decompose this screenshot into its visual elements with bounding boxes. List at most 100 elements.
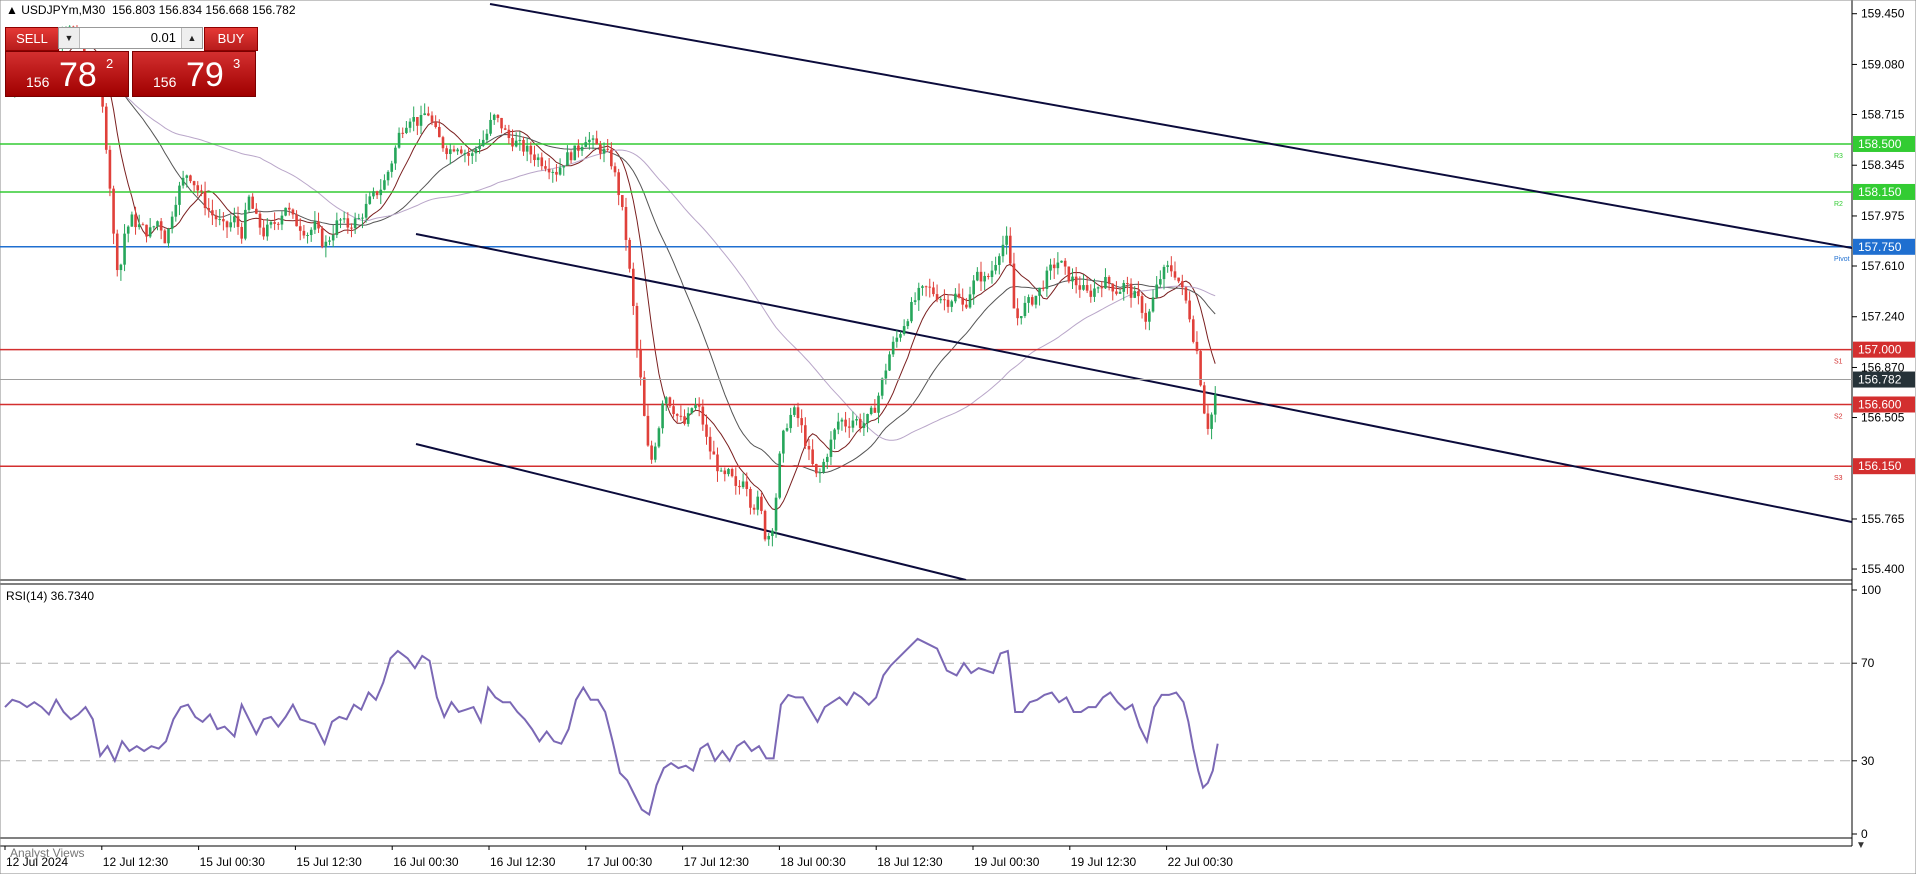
candle-body xyxy=(134,214,137,228)
price-axis: 159.450 159.080 158.715 158.345 157.975 157.6… xyxy=(1852,7,1905,576)
bid-quote-button[interactable]: 156 78 2 xyxy=(5,51,129,97)
candle-body xyxy=(368,196,372,204)
analyst-views-tab[interactable]: Analyst Views xyxy=(10,846,84,860)
candle-body xyxy=(745,481,749,489)
bid-prefix: 156 xyxy=(26,74,50,90)
candle-body xyxy=(771,530,774,537)
lot-increase-icon[interactable]: ▲ xyxy=(181,28,202,48)
bid-pip-digit: 2 xyxy=(106,56,114,71)
buy-button[interactable]: BUY xyxy=(204,27,258,51)
candle-body xyxy=(328,240,331,242)
candle-body xyxy=(1118,291,1122,294)
chart-canvas[interactable]: R3 R2 Pivot S1 S2 S3 159.450 159.080 158.715 158… xyxy=(0,0,1916,874)
candle-body xyxy=(913,300,917,302)
candle-body xyxy=(313,221,317,230)
candle-body xyxy=(1199,351,1202,386)
candle-body xyxy=(818,472,822,474)
rsi-level-lines xyxy=(0,662,1852,762)
candle-body xyxy=(536,157,540,161)
candle-body xyxy=(1195,341,1199,352)
candle-body xyxy=(906,321,910,327)
candle-body xyxy=(730,469,734,477)
candle-body xyxy=(653,446,657,460)
candle-body xyxy=(1089,290,1093,297)
candle-body xyxy=(218,219,222,221)
sell-button[interactable]: SELL xyxy=(5,27,59,51)
candle-body xyxy=(749,488,752,508)
candle-body xyxy=(1137,291,1140,297)
candlesticks xyxy=(6,25,1217,547)
lot-size-field[interactable]: ▼ 0.01 ▲ xyxy=(58,27,203,49)
candle-body xyxy=(291,209,295,215)
time-tick-label: 17 Jul 00:30 xyxy=(587,855,653,869)
candle-body xyxy=(178,185,181,205)
candle-body xyxy=(353,218,357,229)
candle-body xyxy=(588,139,591,143)
candle-body xyxy=(145,224,148,237)
candle-body xyxy=(928,286,932,288)
candle-body xyxy=(774,497,778,531)
candle-body xyxy=(789,414,792,429)
candle-body xyxy=(192,181,196,186)
candle-body xyxy=(445,148,448,155)
candle-body xyxy=(1056,262,1060,269)
scroll-arrow-icon[interactable]: ▼ xyxy=(1856,840,1866,851)
candle-body xyxy=(1166,265,1169,267)
candle-body xyxy=(298,226,302,231)
candle-body xyxy=(763,510,767,540)
candle-body xyxy=(485,133,489,140)
candle-body xyxy=(661,403,664,429)
candle-body xyxy=(1038,287,1041,296)
candle-body xyxy=(939,299,943,301)
candle-body xyxy=(1177,277,1180,282)
candle-body xyxy=(1148,311,1151,322)
price-tick-label: 157.240 xyxy=(1861,310,1905,324)
candle-body xyxy=(170,216,174,229)
candle-body xyxy=(1107,276,1111,284)
candle-body xyxy=(577,145,580,151)
price-tick-label: 155.765 xyxy=(1861,512,1905,526)
level-tag-label: 157.750 xyxy=(1858,240,1902,254)
rsi-indicator-label: RSI(14) 36.7340 xyxy=(6,589,95,603)
candle-body xyxy=(694,405,697,409)
candle-body xyxy=(339,219,342,221)
candle-body xyxy=(474,148,478,154)
medium-ma-line xyxy=(7,60,1216,474)
level-name: S2 xyxy=(1834,413,1843,420)
candle-body xyxy=(954,293,957,302)
candle-body xyxy=(1001,244,1005,257)
symbol-name: USDJPYm,M30 xyxy=(21,3,106,17)
level-name: S3 xyxy=(1834,475,1843,482)
level-name: R2 xyxy=(1834,201,1843,208)
candle-body xyxy=(584,142,588,147)
candle-body xyxy=(558,167,562,175)
channel-upper-line xyxy=(489,3,1852,249)
lot-decrease-icon[interactable]: ▼ xyxy=(59,28,80,48)
candle-body xyxy=(207,208,211,211)
candle-body xyxy=(163,230,167,244)
candle-body xyxy=(1155,284,1158,298)
candle-body xyxy=(1078,285,1082,290)
candle-body xyxy=(156,221,159,227)
collapse-triangle-icon[interactable]: ▲ xyxy=(6,3,18,17)
candle-body xyxy=(672,406,675,415)
candle-body xyxy=(211,210,214,216)
candle-body xyxy=(1027,297,1030,303)
candle-body xyxy=(836,421,840,430)
candle-body xyxy=(1181,281,1184,288)
ask-prefix: 156 xyxy=(153,74,177,90)
candle-body xyxy=(1206,413,1210,429)
level-tag-label: 158.500 xyxy=(1858,137,1902,151)
candle-body xyxy=(306,235,309,237)
candle-body xyxy=(518,139,522,141)
candle-body xyxy=(994,264,997,271)
candle-body xyxy=(738,485,741,488)
candle-body xyxy=(716,454,719,472)
ask-quote-button[interactable]: 156 79 3 xyxy=(132,51,256,97)
candle-body xyxy=(247,196,251,210)
candle-body xyxy=(225,221,229,228)
candle-body xyxy=(635,305,639,349)
candle-body xyxy=(972,280,975,295)
candle-body xyxy=(891,341,895,355)
lot-size-value[interactable]: 0.01 xyxy=(151,28,176,48)
